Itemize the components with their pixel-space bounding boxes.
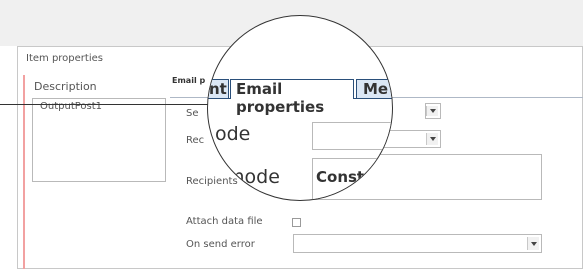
on-send-error-label: On send error <box>186 239 255 250</box>
attach-data-file-checkbox[interactable] <box>292 218 301 227</box>
description-list-item[interactable]: OutputPost1 <box>40 101 102 112</box>
chevron-down-icon[interactable] <box>527 237 539 250</box>
magnifier-callout: nt Email properties Me ode mode Const <box>207 15 393 201</box>
magnified-recipient-mode-label-2: mode <box>226 166 280 188</box>
on-send-error-dropdown[interactable] <box>293 234 542 253</box>
chevron-down-icon[interactable] <box>426 133 438 145</box>
magnified-recipient-mode-dropdown[interactable] <box>312 122 392 150</box>
magnified-content: nt Email properties Me ode mode Const <box>208 16 392 200</box>
chevron-down-icon[interactable] <box>426 106 438 116</box>
sender-dropdown[interactable] <box>425 103 441 119</box>
tab-email-properties[interactable]: Email properties <box>230 79 354 116</box>
tab-messages-fragment[interactable]: Me <box>356 79 392 99</box>
magnified-recipient-mode-label: ode <box>215 123 251 145</box>
tab-email-properties-small[interactable]: Email p <box>172 76 205 85</box>
magnified-constant-value: Const <box>316 168 365 186</box>
description-label: Description <box>34 80 97 93</box>
tab-email-content-fragment[interactable]: nt <box>208 79 229 99</box>
recipient-mode-label-fragment: Rec <box>186 135 205 146</box>
attach-data-file-label: Attach data file <box>186 216 263 227</box>
panel-title: Item properties <box>26 53 103 64</box>
sender-label-fragment: Se <box>186 108 199 119</box>
